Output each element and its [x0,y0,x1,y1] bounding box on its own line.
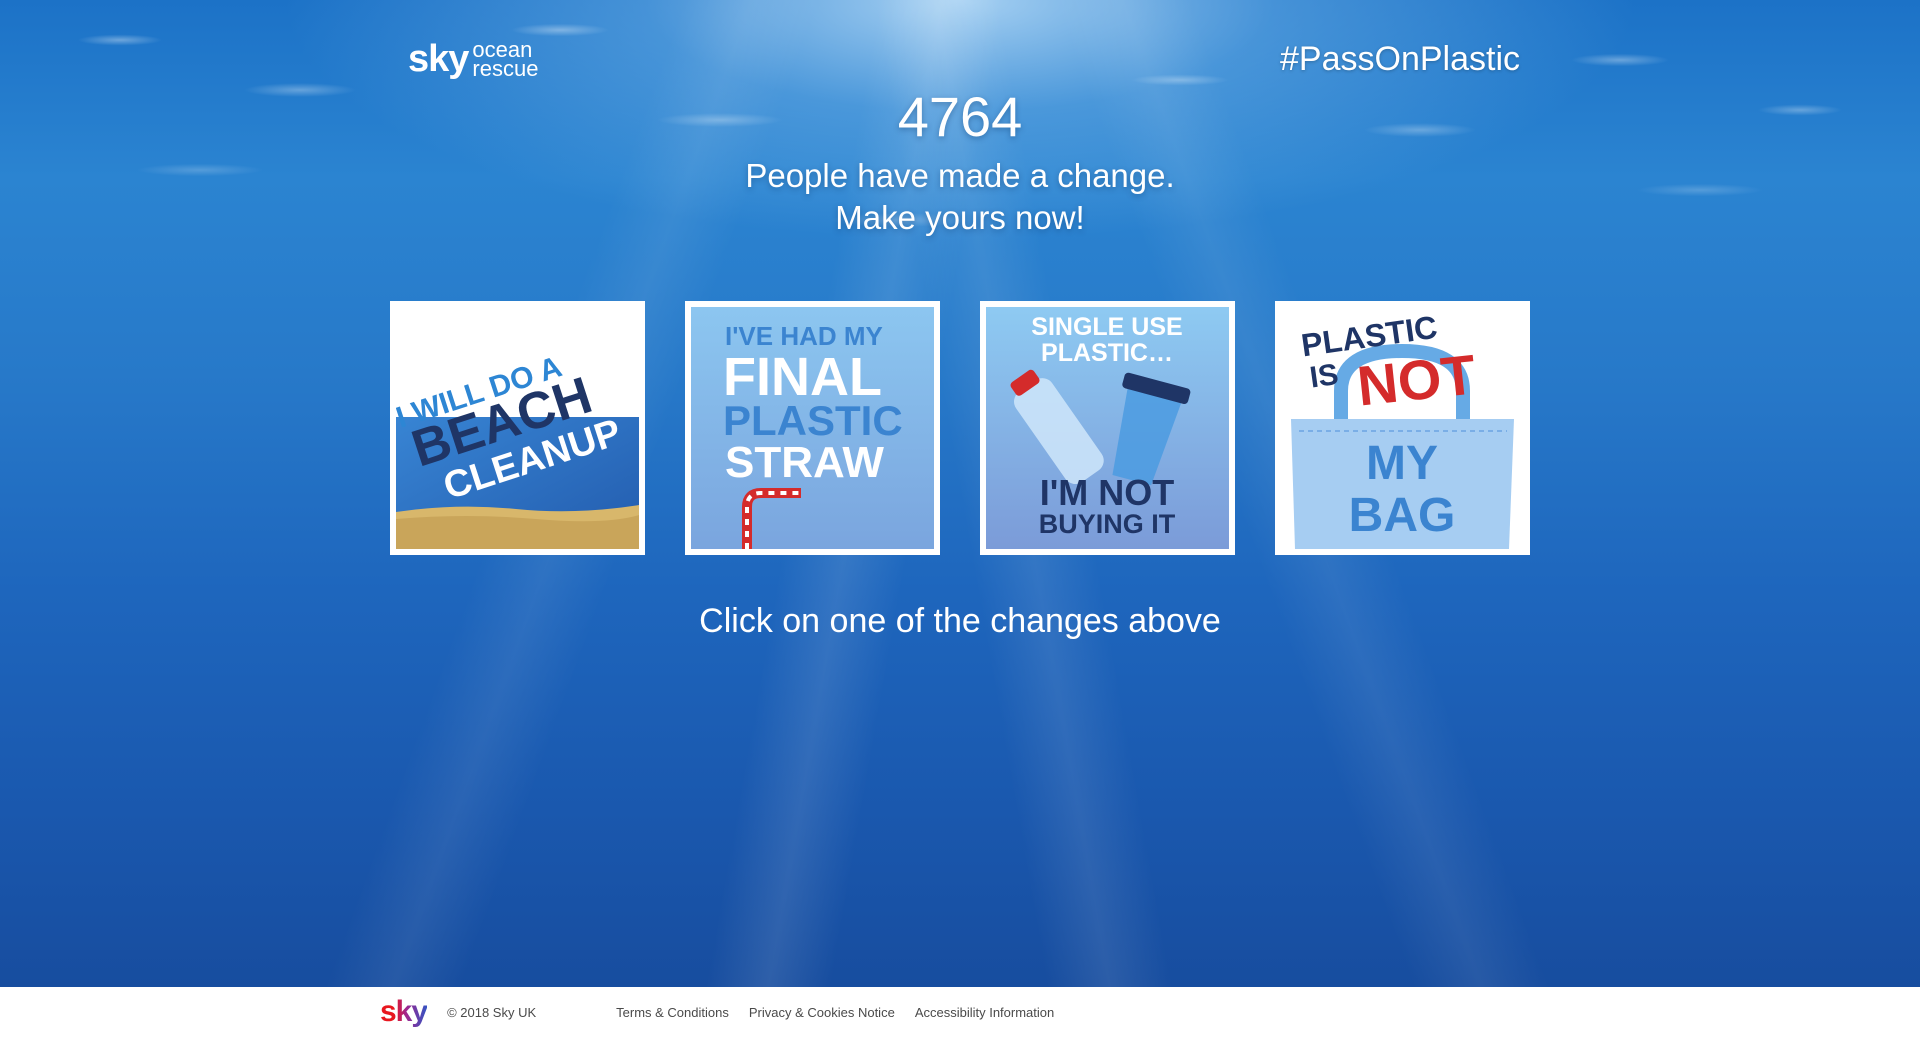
card3-line2: PLASTIC… [1041,339,1173,367]
footer-links: Terms & Conditions Privacy & Cookies Not… [616,1005,1054,1020]
privacy-link[interactable]: Privacy & Cookies Notice [749,1005,895,1020]
card4-line2: IS [1308,358,1341,395]
hashtag: #PassOnPlastic [1280,40,1520,78]
single-use-illustration: SINGLE USE PLASTIC… I'M NOT BUYING IT [986,307,1229,549]
not-my-bag-illustration: PLASTIC IS NOT MY BAG [1281,307,1524,549]
card2-line4: STRAW [725,438,884,487]
footer-sky-logo[interactable]: sky [380,995,428,1029]
sky-ocean-rescue-logo[interactable]: sky ocean rescue [408,38,539,81]
card4-line3: NOT [1354,342,1478,417]
beach-cleanup-illustration: I WILL DO A BEACH CLEANUP [396,307,639,549]
pledge-card-final-straw[interactable]: I'VE HAD MY FINAL PLASTIC STRAW [685,301,940,555]
card3-line4: BUYING IT [1039,509,1176,539]
logo-ocean-rescue-text: ocean rescue [472,39,539,81]
accessibility-link[interactable]: Accessibility Information [915,1005,1054,1020]
logo-sky-text: sky [408,38,469,80]
pledge-cards: I WILL DO A BEACH CLEANUP I'VE HAD MY FI… [390,301,1530,555]
pledge-card-beach-cleanup[interactable]: I WILL DO A BEACH CLEANUP [390,301,645,555]
terms-link[interactable]: Terms & Conditions [616,1005,729,1020]
copyright-text: © 2018 Sky UK [447,1004,537,1020]
pledge-card-not-my-bag[interactable]: PLASTIC IS NOT MY BAG [1275,301,1530,555]
card2-line3: PLASTIC [723,397,903,444]
logo-rescue-word: rescue [472,56,539,81]
card4-line5: BAG [1349,489,1456,542]
card3-line1: SINGLE USE [1031,313,1182,341]
change-counter: 4764 [897,85,1023,148]
instruction-text: Click on one of the changes above [699,602,1221,640]
water-surface [0,0,1920,300]
pledge-card-single-use[interactable]: SINGLE USE PLASTIC… I'M NOT BUYING IT [980,301,1235,555]
headline-line-2: Make yours now! [835,199,1085,236]
card3-line3: I'M NOT [1040,472,1175,513]
headline-line-1: People have made a change. [745,157,1175,194]
final-straw-illustration: I'VE HAD MY FINAL PLASTIC STRAW [691,307,934,549]
card4-line4: MY [1366,437,1438,490]
footer: sky © 2018 Sky UK Terms & Conditions Pri… [0,987,1920,1037]
ocean-background: sky ocean rescue #PassOnPlastic 4764 Peo… [0,0,1920,987]
